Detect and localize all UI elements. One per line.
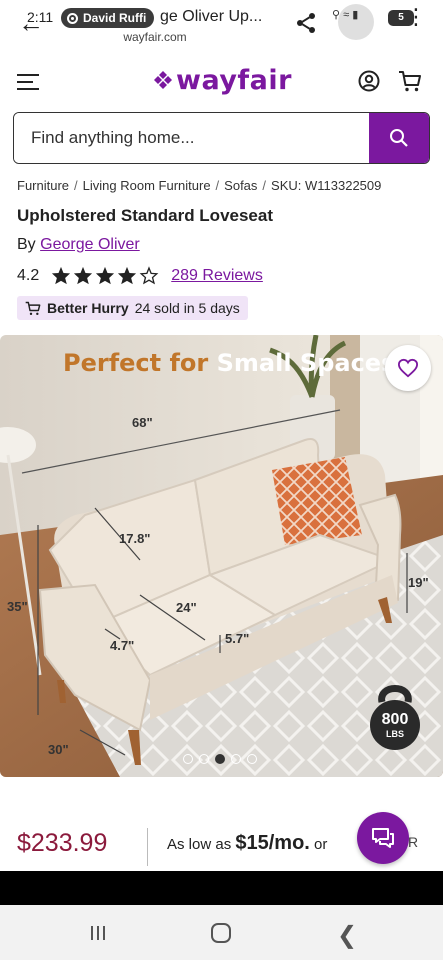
finance-suffix: or xyxy=(314,836,328,853)
star-filled-icon xyxy=(74,266,93,285)
breadcrumb-sofas[interactable]: Sofas xyxy=(224,178,257,193)
signal-icons: ⚲ ≈ ▮ xyxy=(332,9,359,21)
wayfair-logo[interactable]: wayfair xyxy=(152,64,292,96)
headline-part2: Small Spaces xyxy=(216,349,396,377)
share-icon[interactable] xyxy=(294,11,318,35)
dim-back: 17.8" xyxy=(119,531,151,546)
cart-small-icon xyxy=(25,301,41,315)
record-icon xyxy=(67,12,78,24)
logo-text: wayfair xyxy=(176,64,292,96)
recent-apps-icon[interactable] xyxy=(88,923,108,943)
capacity-value: 800 xyxy=(381,711,409,728)
breadcrumb-living-room[interactable]: Living Room Furniture xyxy=(83,178,211,193)
product-price: $233.99 xyxy=(17,829,108,857)
dim-depth: 30" xyxy=(48,742,69,757)
search-icon xyxy=(390,129,408,147)
bottom-black-bar xyxy=(0,871,443,905)
search-button[interactable] xyxy=(369,113,429,163)
carousel-dots xyxy=(183,754,257,764)
star-filled-icon xyxy=(96,266,115,285)
breadcrumb-separator: / xyxy=(215,178,220,193)
search-input[interactable] xyxy=(14,113,369,163)
site-header: wayfair xyxy=(0,58,443,106)
dim-cushion: 5.7" xyxy=(225,631,250,646)
favorite-button[interactable] xyxy=(385,345,431,391)
carousel-dot-active[interactable] xyxy=(215,754,225,764)
nav-back-icon[interactable]: ❮ xyxy=(337,921,357,950)
home-icon[interactable] xyxy=(211,923,231,943)
breadcrumb-separator: / xyxy=(74,178,78,193)
financing-offer[interactable]: As low as $15/mo. or xyxy=(167,832,327,855)
sku-label: SKU: W113322509 xyxy=(271,178,382,193)
star-rating[interactable] xyxy=(51,266,159,285)
rating-value: 4.2 xyxy=(17,266,40,284)
star-empty-icon xyxy=(139,266,159,285)
star-filled-icon xyxy=(52,266,71,285)
image-headline: Perfect for Small Spaces xyxy=(63,349,395,377)
capacity-unit: LBS xyxy=(386,729,404,739)
dim-seat: 24" xyxy=(176,600,197,615)
more-options-icon[interactable]: ⋮ xyxy=(405,6,427,28)
breadcrumb-separator: / xyxy=(262,178,267,193)
logo-pinwheel-icon xyxy=(154,71,172,89)
browser-page-title: ge Oliver Up... xyxy=(160,8,263,25)
status-time: 2:11 xyxy=(27,9,54,25)
browser-bar: ← 2:11 David Ruffi ge Oliver Up... wayfa… xyxy=(0,0,443,56)
capacity-label: 800 LBS xyxy=(366,711,424,741)
heart-icon xyxy=(397,358,419,378)
rating-row: 4.2 289 Reviews xyxy=(17,266,263,285)
product-image-carousel[interactable]: Perfect for Small Spaces 68" 17.8" 24" 4… xyxy=(0,335,443,777)
menu-icon[interactable] xyxy=(16,72,40,92)
hurry-label: Better Hurry xyxy=(47,300,129,316)
reviews-link[interactable]: 289 Reviews xyxy=(171,267,263,285)
carousel-dot[interactable] xyxy=(199,754,209,764)
browser-url[interactable]: wayfair.com xyxy=(0,30,310,44)
chat-icon xyxy=(372,828,394,848)
hurry-detail: 24 sold in 5 days xyxy=(134,300,240,316)
partial-text: R xyxy=(408,834,419,850)
price-divider xyxy=(147,828,148,866)
dim-arm: 4.7" xyxy=(110,638,135,653)
system-nav-bar: ❮ xyxy=(0,905,443,960)
screen-recording-pill: David Ruffi xyxy=(61,8,155,28)
by-prefix: By xyxy=(17,236,36,253)
chat-button[interactable] xyxy=(357,812,409,864)
dim-width: 68" xyxy=(132,415,153,430)
better-hurry-badge: Better Hurry 24 sold in 5 days xyxy=(17,296,248,320)
dim-height: 35" xyxy=(7,599,28,614)
carousel-dot[interactable] xyxy=(247,754,257,764)
breadcrumb-furniture[interactable]: Furniture xyxy=(17,178,69,193)
finance-amount: $15/mo. xyxy=(235,832,310,854)
star-filled-icon xyxy=(118,266,137,285)
account-icon[interactable] xyxy=(358,70,380,92)
search-bar xyxy=(13,112,430,164)
carousel-dot[interactable] xyxy=(183,754,193,764)
brand-link[interactable]: George Oliver xyxy=(40,236,140,253)
headline-part1: Perfect for xyxy=(63,349,209,377)
dim-seat-height: 19" xyxy=(408,575,429,590)
cart-icon[interactable] xyxy=(398,69,422,93)
carousel-dot[interactable] xyxy=(231,754,241,764)
brand-line: By George Oliver xyxy=(17,236,140,254)
breadcrumb: Furniture / Living Room Furniture / Sofas / SK… xyxy=(17,178,381,193)
finance-prefix: As low as xyxy=(167,836,232,853)
recording-user: David Ruffi xyxy=(83,11,147,25)
product-title: Upholstered Standard Loveseat xyxy=(17,206,274,225)
